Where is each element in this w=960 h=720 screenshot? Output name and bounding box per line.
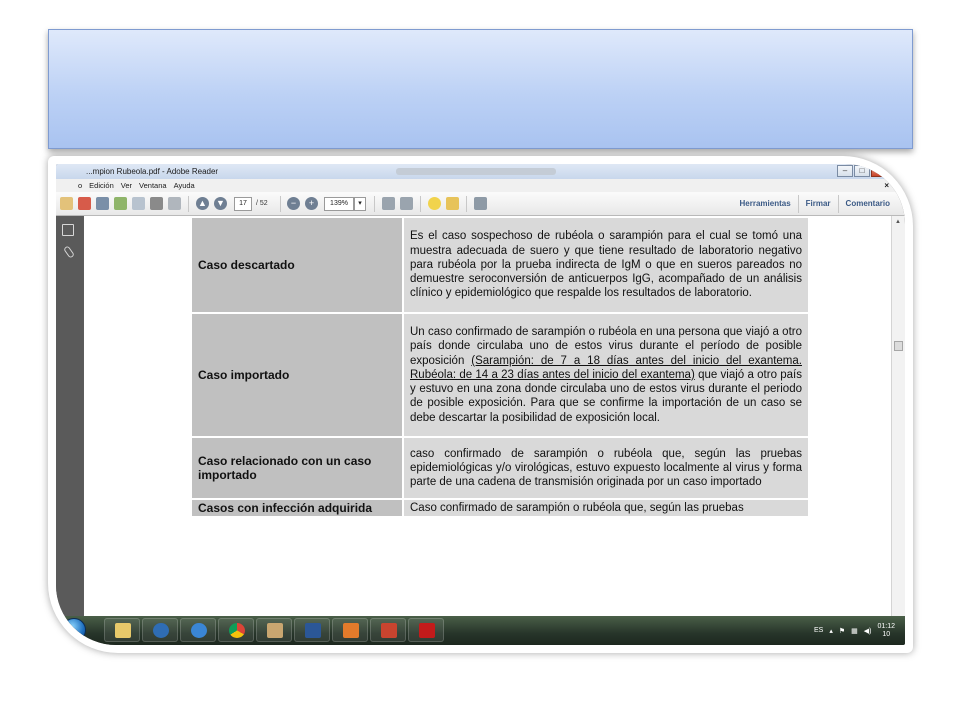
- menu-item-edicion[interactable]: Edición: [89, 179, 114, 192]
- slide-header-box: [48, 29, 913, 149]
- taskbar-word[interactable]: [294, 618, 330, 642]
- zoom-level-input[interactable]: 139%: [324, 197, 354, 211]
- table-term-cell: Caso relacionado con un caso importado: [190, 436, 404, 500]
- vertical-scrollbar[interactable]: ▲: [891, 216, 905, 616]
- taskbar-adobe-reader[interactable]: [408, 618, 444, 642]
- menu-item-ventana[interactable]: Ventana: [139, 179, 167, 192]
- action-center-flag-icon[interactable]: ⚑: [839, 627, 845, 635]
- toolbar-separator: [420, 196, 421, 212]
- table-row: Caso importado Un caso confirmado de sar…: [190, 312, 810, 438]
- taskbar-explorer[interactable]: [104, 618, 140, 642]
- document-page: Caso descartado Es el caso sospechoso de…: [84, 216, 891, 616]
- previous-page-icon[interactable]: ▲: [196, 197, 209, 210]
- zoom-out-icon[interactable]: −: [287, 197, 300, 210]
- powerpoint-icon: [381, 623, 397, 638]
- slides-icon: [343, 623, 359, 638]
- windows-taskbar: ES ▴ ⚑ ▦ ◀) 01:12 10: [56, 616, 905, 645]
- table-term-cell: Caso descartado: [190, 216, 404, 314]
- minimize-button[interactable]: –: [837, 165, 853, 177]
- fit-width-icon[interactable]: [400, 197, 413, 210]
- tab-herramientas[interactable]: Herramientas: [733, 195, 798, 213]
- window-title: ...mpion Rubeola.pdf - Adobe Reader: [86, 167, 219, 176]
- case-definitions-table: Caso descartado Es el caso sospechoso de…: [190, 216, 810, 519]
- toolbar-separator: [374, 196, 375, 212]
- page-total: / 52: [256, 200, 268, 207]
- taskbar-media-player[interactable]: [142, 618, 178, 642]
- scroll-up-arrow-icon[interactable]: ▲: [895, 219, 901, 225]
- adobe-reader-window: ...mpion Rubeola.pdf - Adobe Reader – □ …: [56, 164, 905, 645]
- folder-icon: [115, 623, 131, 638]
- print-icon[interactable]: [150, 197, 163, 210]
- menu-bar: o Edición Ver Ventana Ayuda ×: [56, 179, 905, 192]
- volume-icon[interactable]: ◀): [864, 627, 872, 635]
- table-row: Caso relacionado con un caso importado c…: [190, 436, 810, 500]
- screenshot-frame: ...mpion Rubeola.pdf - Adobe Reader – □ …: [48, 156, 913, 653]
- tab-firmar[interactable]: Firmar: [797, 195, 838, 213]
- menu-item-ver[interactable]: Ver: [121, 179, 132, 192]
- highlight-icon[interactable]: [446, 197, 459, 210]
- taskbar-powerpoint[interactable]: [370, 618, 406, 642]
- system-tray: ES ▴ ⚑ ▦ ◀) 01:12 10: [814, 616, 895, 645]
- comment-icon[interactable]: [428, 197, 441, 210]
- taskbar-paint[interactable]: [256, 618, 292, 642]
- close-button[interactable]: ✕: [871, 165, 897, 177]
- table-term-cell: Caso importado: [190, 312, 404, 438]
- paint-icon: [267, 623, 283, 638]
- toolbar-separator: [466, 196, 467, 212]
- save-icon[interactable]: [132, 197, 145, 210]
- language-indicator[interactable]: ES: [814, 627, 823, 634]
- adobe-reader-icon: [419, 623, 435, 638]
- toolbar-separator: [188, 196, 189, 212]
- next-page-icon[interactable]: ▼: [214, 197, 227, 210]
- tab-comentario[interactable]: Comentario: [837, 195, 897, 213]
- scrollbar-thumb[interactable]: [894, 341, 903, 351]
- clock-time: 01:12: [877, 622, 895, 630]
- menu-item-archivo[interactable]: o: [78, 179, 82, 192]
- menu-item-ayuda[interactable]: Ayuda: [174, 179, 195, 192]
- table-definition-cell: caso confirmado de sarampión o rubéola q…: [402, 436, 810, 500]
- create-pdf-icon[interactable]: [78, 197, 91, 210]
- zoom-in-icon[interactable]: +: [305, 197, 318, 210]
- page-number-input[interactable]: 17: [234, 197, 252, 211]
- window-controls: – □ ✕: [837, 165, 897, 177]
- zoom-dropdown-chevron-icon[interactable]: ▾: [354, 197, 366, 211]
- taskbar-slides[interactable]: [332, 618, 368, 642]
- word-icon: [305, 623, 321, 638]
- edit-icon[interactable]: [96, 197, 109, 210]
- chrome-icon: [229, 623, 245, 638]
- clock[interactable]: 01:12 10: [877, 623, 895, 639]
- open-icon[interactable]: [60, 197, 73, 210]
- clock-date: 10: [882, 630, 891, 638]
- network-icon[interactable]: ▦: [851, 627, 858, 635]
- toolbar-panel-tabs: Herramientas Firmar Comentario: [733, 195, 898, 213]
- taskbar-internet-explorer[interactable]: [180, 618, 216, 642]
- close-document-button[interactable]: ×: [884, 179, 889, 192]
- taskbar-chrome[interactable]: [218, 618, 254, 642]
- table-row: Caso descartado Es el caso sospechoso de…: [190, 216, 810, 314]
- window-title-bar: ...mpion Rubeola.pdf - Adobe Reader – □ …: [56, 164, 905, 179]
- start-button[interactable]: [62, 618, 86, 642]
- table-definition-cell: Es el caso sospechoso de rubéola o saram…: [402, 216, 810, 314]
- cloud-upload-icon[interactable]: [114, 197, 127, 210]
- table-row: Casos con infección adquirida Caso confi…: [190, 497, 810, 519]
- attachments-paperclip-icon[interactable]: [63, 245, 75, 259]
- table-definition-cell: Caso confirmado de sarampión o rubéola q…: [402, 497, 810, 519]
- show-hidden-icons-icon[interactable]: ▴: [829, 627, 833, 635]
- internet-explorer-icon: [191, 623, 207, 638]
- table-term-cell: Casos con infección adquirida: [190, 497, 404, 519]
- fit-page-icon[interactable]: [382, 197, 395, 210]
- media-player-icon: [153, 623, 169, 638]
- blurred-title-text: [396, 168, 556, 175]
- table-definition-cell: Un caso confirmado de sarampión o rubéol…: [402, 312, 810, 438]
- full-screen-icon[interactable]: [474, 197, 487, 210]
- email-icon[interactable]: [168, 197, 181, 210]
- page-thumbnails-icon[interactable]: [62, 224, 74, 236]
- toolbar: ▲ ▼ 17 / 52 − + 139% ▾ Herramientas Firm…: [56, 192, 905, 216]
- maximize-button[interactable]: □: [854, 165, 870, 177]
- toolbar-separator: [280, 196, 281, 212]
- navigation-pane: [56, 216, 83, 616]
